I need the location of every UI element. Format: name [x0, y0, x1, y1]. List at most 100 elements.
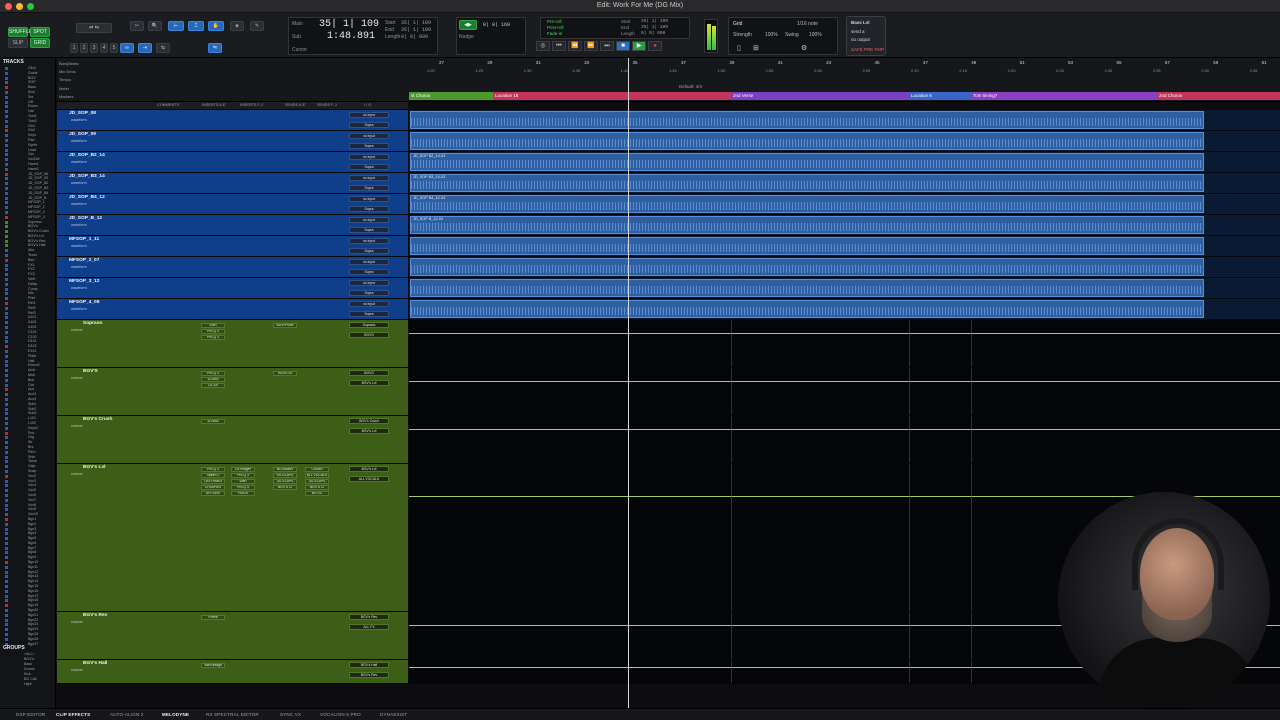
bottom-tool-tab[interactable]: AUTO-ALIGN 2	[110, 712, 144, 717]
track-view-mode[interactable]: volume	[71, 328, 83, 332]
insert-slot[interactable]: Saturn 2	[201, 473, 225, 478]
track-view-mode[interactable]: waveform	[71, 286, 87, 290]
zoom-preset-4[interactable]: 4	[100, 43, 108, 53]
track-name[interactable]: JD_SOP_B3_14	[69, 174, 105, 179]
track-view-mode[interactable]: waveform	[71, 202, 87, 206]
playhead[interactable]	[628, 58, 629, 708]
track-playlist[interactable]	[409, 368, 1280, 415]
bottom-tool-tab[interactable]: VOCALIGN 6 PRO	[320, 712, 361, 717]
track-view-mode[interactable]: volume	[71, 668, 83, 672]
track-input[interactable]: no input	[349, 238, 389, 244]
track[interactable]: JD_SOP_B3_14 waveform no input Sopra JD_SOP …	[57, 173, 1280, 194]
track-name[interactable]: MFSOP_4_08	[69, 300, 99, 305]
track-header[interactable]: JD_SOP_09 waveform no input Sopra	[57, 131, 408, 151]
insert-slot[interactable]: ProDS	[231, 491, 255, 496]
insert-slot[interactable]: Pro-Q 4	[231, 485, 255, 490]
play-icon[interactable]: ▶	[632, 41, 646, 51]
track-header[interactable]: Soprano volume Soprano BGVS VMR Pro-Q 3 Pro-Q …	[57, 320, 408, 367]
record-icon[interactable]: ●	[648, 41, 662, 51]
track-playlist[interactable]	[409, 299, 1280, 319]
grid-mode-button[interactable]: GRID	[30, 38, 50, 48]
insert-slot[interactable]: VMR	[231, 479, 255, 484]
send-slot[interactable]: BGV'S Cl	[305, 485, 329, 490]
track-output[interactable]: Sopra	[349, 164, 389, 170]
column-header[interactable]: SENDS F-J	[317, 103, 337, 107]
group-item[interactable]: Hghl	[0, 682, 56, 687]
zoom-tool-icon[interactable]: 🔍	[148, 21, 162, 31]
track-playlist[interactable]: JD_SOP B_12-03	[409, 215, 1280, 235]
insert-slot[interactable]: D1 Imager	[231, 467, 255, 472]
track-name[interactable]: MFSOP_1_11	[69, 237, 99, 242]
track[interactable]: BGV'S volume BGVS BGV's Lvl Pro-Q 3 1176AE LA-…	[57, 368, 1280, 416]
insert-slot[interactable]: ChSTRMK3	[201, 479, 225, 484]
track-input[interactable]: BGV's Rev	[349, 614, 389, 620]
marker[interactable]: Location 18	[493, 92, 731, 100]
return-to-zero-icon[interactable]: ⏮	[552, 41, 566, 51]
track-playlist[interactable]	[409, 257, 1280, 277]
track-name[interactable]: JD_SOP_08	[69, 111, 96, 116]
track-input[interactable]: no input	[349, 133, 389, 139]
track-playlist[interactable]: JD_SOP B2_14-03	[409, 152, 1280, 172]
track-playlist[interactable]	[409, 236, 1280, 256]
track-input[interactable]: BGVS	[349, 370, 389, 376]
track-name[interactable]: BGV'S	[83, 369, 98, 374]
audio-clip[interactable]	[410, 300, 1204, 318]
track-view-mode[interactable]: volume	[71, 424, 83, 428]
insert-slot[interactable]: LA-3A	[201, 383, 225, 388]
fadein-label[interactable]: Fade-in	[547, 31, 562, 36]
track-output[interactable]: Sopra	[349, 206, 389, 212]
send-slot[interactable]: Church	[305, 467, 329, 472]
scrub-tool-icon[interactable]: ✂	[130, 21, 144, 31]
column-header[interactable]: INSERTS A-E	[202, 103, 226, 107]
track-input[interactable]: BGV's Crush	[349, 418, 389, 424]
audio-clip[interactable]: JD_SOP B_12-03	[410, 216, 1204, 234]
track[interactable]: MFSOP_1_11 waveform no input Sopra	[57, 236, 1280, 257]
track-playlist[interactable]	[409, 110, 1280, 130]
insert-follow-icon[interactable]: ⇥	[138, 43, 152, 53]
track-output[interactable]: Sopra	[349, 248, 389, 254]
trim-tool-icon[interactable]: ⊢	[168, 21, 184, 31]
marker[interactable]: 2nd Verse	[731, 92, 909, 100]
preroll-label[interactable]: Pre-roll	[547, 19, 562, 24]
track[interactable]: BGV's Crush volume BGV's Crush BGV's Lvl 117…	[57, 416, 1280, 464]
track[interactable]: JD_SOP_B_12 waveform no input Sopra JD_SOP B…	[57, 215, 1280, 236]
track-playlist[interactable]	[409, 320, 1280, 367]
track-output[interactable]: Sopra	[349, 311, 389, 317]
grabber-tool-icon[interactable]: ✋	[208, 21, 224, 31]
main-counter[interactable]: Main 35| 1| 109 Sub 1:48.891 Cursor Star…	[288, 17, 438, 55]
stop-icon[interactable]: ■	[616, 41, 630, 51]
track-output[interactable]: BGVS	[349, 332, 389, 338]
track-header[interactable]: JD_SOP_B2_14 waveform no input Sopra	[57, 152, 408, 172]
insert-slot[interactable]: Pro-Q 3	[201, 335, 225, 340]
track-output[interactable]: Sopra	[349, 143, 389, 149]
bottom-tool-tab[interactable]: MELODYNE	[162, 712, 189, 717]
track-name[interactable]: MFSOP_2_07	[69, 258, 99, 263]
track-input[interactable]: no input	[349, 259, 389, 265]
track-header[interactable]: MFSOP_3_12 waveform no input Sopra	[57, 278, 408, 298]
track-input[interactable]: no input	[349, 280, 389, 286]
track-header[interactable]: JD_SOP_08 waveform no input Sopra	[57, 110, 408, 130]
track-name[interactable]: BGV's Crush	[83, 417, 112, 422]
track-name[interactable]: BGV's Hall	[83, 661, 107, 666]
track-output[interactable]: Sopra	[349, 269, 389, 275]
track-input[interactable]: Soprano	[349, 322, 389, 328]
send-slot[interactable]: BGV'S Cl	[273, 485, 297, 490]
track[interactable]: JD_SOP_B4_12 waveform no input Sopra JD_SOP …	[57, 194, 1280, 215]
track-name[interactable]: JD_SOP_09	[69, 132, 96, 137]
insert-slot[interactable]: Pro-Q 3	[201, 467, 225, 472]
track-view-mode[interactable]: volume	[71, 472, 83, 476]
marker[interactable]: st Chorus	[409, 92, 493, 100]
volume-automation-line[interactable]	[409, 333, 1280, 334]
track-name[interactable]: BGV's Lvl	[83, 465, 105, 470]
track-header[interactable]: BGV's Hall volume BGV's Hall BGV's Rev ValhV…	[57, 660, 408, 683]
zoom-preset-1[interactable]: 1	[70, 43, 78, 53]
send-slot[interactable]: ALL VOCALS	[305, 473, 329, 478]
column-header[interactable]: I / O	[364, 103, 371, 107]
track-view-mode[interactable]: waveform	[71, 139, 87, 143]
spot-mode-button[interactable]: SPOT	[30, 27, 50, 37]
smart-tool-icon[interactable]: ◈	[230, 21, 244, 31]
marker[interactable]: 2nd Chorus	[1157, 92, 1280, 100]
postroll-label[interactable]: Post-roll	[547, 25, 564, 30]
track-name[interactable]: JD_SOP_B4_12	[69, 195, 105, 200]
track-output-panel[interactable]: Bass Lvl send a no output SAFE PRE FMP	[846, 16, 886, 56]
